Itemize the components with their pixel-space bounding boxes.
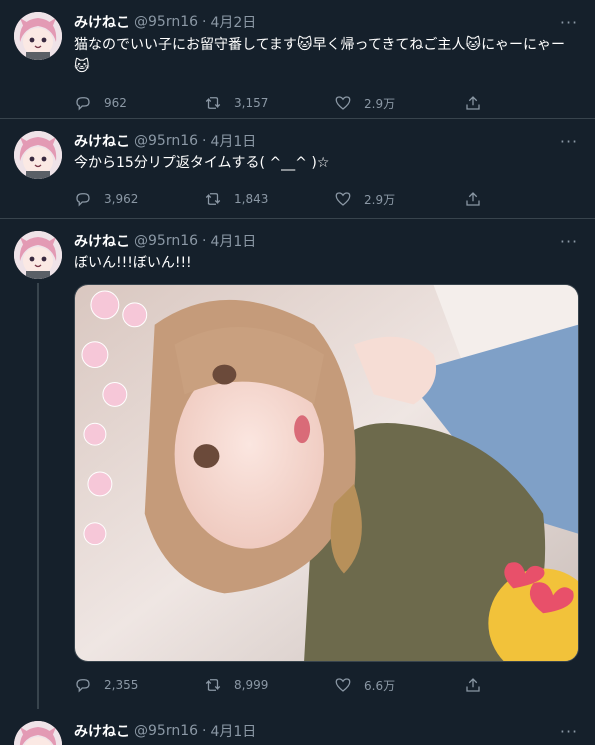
avatar[interactable] xyxy=(14,12,62,60)
tweet-actions: 3,962 1,843 2.9万 xyxy=(74,182,579,216)
tweet-header: みけねこ @95rn16 · 4月1日 xyxy=(74,131,579,151)
user-handle[interactable]: @95rn16 xyxy=(134,723,198,739)
reply-button[interactable]: 2,355 xyxy=(74,676,204,694)
share-button[interactable] xyxy=(464,190,494,208)
separator-dot: · xyxy=(202,14,207,30)
reply-icon xyxy=(76,193,90,207)
reply-button[interactable]: 962 xyxy=(74,94,204,112)
tweet-date[interactable]: 4月1日 xyxy=(210,721,256,741)
reply-count: 962 xyxy=(104,96,127,110)
tweet-text-part: 早く帰ってきてねご主人 xyxy=(312,37,466,53)
tweet-4[interactable]: みけねこ @95rn16 · 4月1日 ··· xyxy=(0,709,595,745)
like-count: 2.9万 xyxy=(364,96,396,111)
reply-button[interactable]: 3,962 xyxy=(74,190,204,208)
cat-emoji-icon: 🐱 xyxy=(465,35,482,53)
tweet-3[interactable]: みけねこ @95rn16 · 4月1日 ··· ぼいん!!!ぼいん!!! 2,3… xyxy=(0,219,595,709)
share-icon xyxy=(466,96,480,110)
like-icon xyxy=(335,96,351,110)
share-button[interactable] xyxy=(464,94,494,112)
retweet-icon xyxy=(205,679,221,691)
retweet-button[interactable]: 1,843 xyxy=(204,190,334,208)
tweet-photo[interactable] xyxy=(74,284,579,662)
retweet-button[interactable]: 3,157 xyxy=(204,94,334,112)
cat-emoji-icon: 🐱 xyxy=(74,57,90,75)
avatar[interactable] xyxy=(14,131,62,179)
tweet-actions: 2,355 8,999 6.6万 xyxy=(74,668,579,702)
retweet-icon xyxy=(205,97,221,109)
tweet-text: ぼいん!!!ぼいん!!! xyxy=(74,255,192,271)
more-icon[interactable]: ··· xyxy=(559,721,579,741)
user-name[interactable]: みけねこ xyxy=(74,721,130,741)
like-count: 2.9万 xyxy=(364,192,396,207)
tweet-text: 猫なのでいい子にお留守番してます🐱早く帰ってきてねご主人🐱にゃーにゃー 🐱 xyxy=(74,34,579,78)
retweet-count: 8,999 xyxy=(234,678,269,692)
share-button[interactable] xyxy=(464,676,494,694)
tweet-text: 今から15分リプ返タイムする( ^__^ )☆ xyxy=(74,155,330,171)
more-icon[interactable]: ··· xyxy=(559,131,579,151)
tweet-date[interactable]: 4月1日 xyxy=(210,131,256,151)
like-count: 6.6万 xyxy=(364,678,396,693)
separator-dot: · xyxy=(202,723,207,739)
user-handle[interactable]: @95rn16 xyxy=(134,14,198,30)
tweet-header: みけねこ @95rn16 · 4月2日 xyxy=(74,12,579,32)
tweet-header: みけねこ @95rn16 · 4月1日 xyxy=(74,721,579,741)
retweet-count: 3,157 xyxy=(234,96,269,110)
share-icon xyxy=(466,192,480,206)
reply-icon xyxy=(76,97,90,111)
user-name[interactable]: みけねこ xyxy=(74,231,130,251)
thread-line xyxy=(37,283,39,709)
tweet-header: みけねこ @95rn16 · 4月1日 xyxy=(74,231,579,251)
separator-dot: · xyxy=(202,133,207,149)
user-name[interactable]: みけねこ xyxy=(74,131,130,151)
user-handle[interactable]: @95rn16 xyxy=(134,233,198,249)
avatar[interactable] xyxy=(14,721,62,745)
user-handle[interactable]: @95rn16 xyxy=(134,133,198,149)
tweet-date[interactable]: 4月2日 xyxy=(210,12,256,32)
reply-icon xyxy=(76,679,90,693)
separator-dot: · xyxy=(202,233,207,249)
tweet-1[interactable]: みけねこ @95rn16 · 4月2日 ··· 猫なのでいい子にお留守番してます… xyxy=(0,0,595,119)
cat-emoji-icon: 🐱 xyxy=(296,35,313,53)
tweet-date[interactable]: 4月1日 xyxy=(210,231,256,251)
tweet-2[interactable]: みけねこ @95rn16 · 4月1日 ··· 今から15分リプ返タイムする( … xyxy=(0,119,595,219)
like-icon xyxy=(335,192,351,206)
avatar[interactable] xyxy=(14,231,62,279)
like-button[interactable]: 6.6万 xyxy=(334,676,464,694)
more-icon[interactable]: ··· xyxy=(559,231,579,251)
like-button[interactable]: 2.9万 xyxy=(334,94,464,112)
reply-count: 2,355 xyxy=(104,678,139,692)
like-button[interactable]: 2.9万 xyxy=(334,190,464,208)
share-icon xyxy=(466,678,480,692)
retweet-button[interactable]: 8,999 xyxy=(204,676,334,694)
retweet-icon xyxy=(205,193,221,205)
tweet-actions: 962 3,157 2.9万 xyxy=(74,86,579,120)
user-name[interactable]: みけねこ xyxy=(74,12,130,32)
retweet-count: 1,843 xyxy=(234,192,269,206)
like-icon xyxy=(335,678,351,692)
tweet-text-part: にゃーにゃー xyxy=(481,37,566,53)
reply-count: 3,962 xyxy=(104,192,139,206)
more-icon[interactable]: ··· xyxy=(559,12,579,32)
tweet-text-part: 猫なのでいい子にお留守番してます xyxy=(74,37,297,53)
